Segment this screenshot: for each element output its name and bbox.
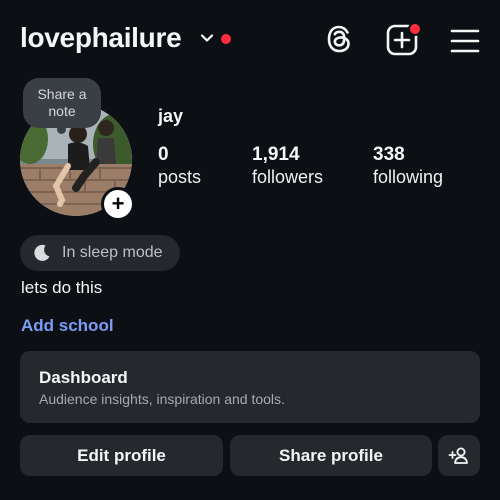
notification-dot — [408, 22, 422, 36]
plus-icon[interactable]: + — [101, 187, 135, 221]
dashboard-card[interactable]: Dashboard Audience insights, inspiration… — [20, 351, 480, 423]
share-profile-button[interactable]: Share profile — [230, 435, 432, 476]
notification-dot — [221, 34, 231, 44]
following-label[interactable]: following — [373, 167, 443, 188]
username-title[interactable]: lovephailure — [20, 22, 182, 54]
moon-icon — [34, 244, 50, 261]
dashboard-title: Dashboard — [39, 368, 128, 387]
dashboard-subtitle: Audience insights, inspiration and tools… — [39, 391, 285, 407]
following-count[interactable]: 338 — [373, 144, 405, 166]
share-note-bubble[interactable]: Share a note — [23, 78, 101, 134]
posts-count[interactable]: 0 — [158, 144, 169, 166]
sleep-mode-label: In sleep mode — [62, 244, 163, 261]
add-school-link[interactable]: Add school — [21, 316, 114, 336]
threads-icon[interactable] — [323, 22, 357, 56]
sleep-mode-pill[interactable]: In sleep mode — [20, 235, 180, 271]
posts-label[interactable]: posts — [158, 167, 201, 188]
hamburger-menu-icon[interactable] — [448, 24, 482, 58]
bio-text: lets do this — [21, 278, 103, 297]
followers-count[interactable]: 1,914 — [252, 144, 300, 166]
add-person-icon — [448, 447, 468, 464]
display-name: jay — [158, 106, 184, 126]
followers-label[interactable]: followers — [252, 167, 323, 188]
chevron-down-icon[interactable] — [199, 30, 215, 46]
edit-profile-button[interactable]: Edit profile — [20, 435, 223, 476]
discover-people-button[interactable] — [438, 435, 480, 476]
